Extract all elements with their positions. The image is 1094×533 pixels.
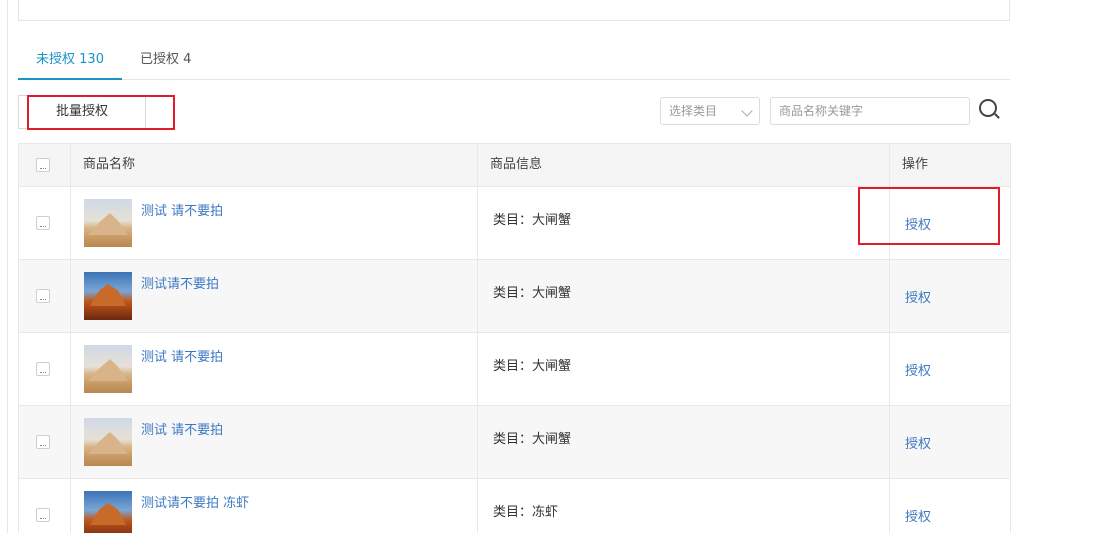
- product-name-link[interactable]: 测试 请不要拍: [141, 346, 223, 365]
- table-row: 测试请不要拍 类目：大闸蟹 授权: [18, 259, 1011, 333]
- tab-unauthorized[interactable]: 未授权 130: [18, 40, 122, 80]
- product-name-link[interactable]: 测试请不要拍 冻虾: [141, 492, 249, 511]
- product-info: 类目：大闸蟹: [493, 286, 572, 301]
- product-info: 类目：冻虾: [493, 505, 559, 520]
- search-input[interactable]: [770, 97, 970, 125]
- table-row: 测试 请不要拍 类目：大闸蟹 授权: [18, 186, 1011, 260]
- left-divider: [7, 0, 8, 533]
- product-thumbnail: [84, 491, 132, 533]
- product-info: 类目：大闸蟹: [493, 359, 572, 374]
- product-name-link[interactable]: 测试 请不要拍: [141, 200, 223, 219]
- authorize-link[interactable]: 授权: [905, 506, 931, 525]
- batch-authorize-button[interactable]: 批量授权: [18, 95, 146, 129]
- search-button[interactable]: [978, 98, 1002, 122]
- product-thumbnail: [84, 199, 132, 247]
- product-name-link[interactable]: 测试请不要拍: [141, 273, 219, 292]
- product-name-link[interactable]: 测试 请不要拍: [141, 419, 223, 438]
- product-thumbnail: [84, 272, 132, 320]
- product-info: 类目：大闸蟹: [493, 213, 572, 228]
- table-row: 测试 请不要拍 类目：大闸蟹 授权: [18, 405, 1011, 479]
- row-checkbox[interactable]: [36, 362, 50, 376]
- tab-authorized[interactable]: 已授权 4: [122, 40, 222, 80]
- table-row: 测试请不要拍 冻虾 类目：冻虾 授权: [18, 478, 1011, 533]
- authorize-link[interactable]: 授权: [905, 214, 931, 233]
- row-checkbox[interactable]: [36, 435, 50, 449]
- select-all-checkbox[interactable]: [36, 158, 50, 172]
- table-row: 测试 请不要拍 类目：大闸蟹 授权: [18, 332, 1011, 406]
- row-checkbox[interactable]: [36, 289, 50, 303]
- product-thumbnail: [84, 418, 132, 466]
- search-icon-handle: [994, 113, 1000, 119]
- product-table: 商品名称 商品信息 操作 测试 请不要拍 类目：大闸蟹 授权 测试请不要拍 类目…: [18, 143, 1011, 533]
- table-header-row: 商品名称 商品信息 操作: [18, 143, 1011, 187]
- category-select[interactable]: 选择类目: [660, 97, 760, 125]
- header-product-info: 商品信息: [477, 143, 890, 187]
- authorize-link[interactable]: 授权: [905, 360, 931, 379]
- authorize-link[interactable]: 授权: [905, 287, 931, 306]
- row-checkbox[interactable]: [36, 508, 50, 522]
- category-select-label: 选择类目: [669, 104, 718, 118]
- product-thumbnail: [84, 345, 132, 393]
- header-action: 操作: [889, 143, 1011, 187]
- authorize-link[interactable]: 授权: [905, 433, 931, 452]
- header-product-name: 商品名称: [70, 143, 478, 187]
- product-info: 类目：大闸蟹: [493, 432, 572, 447]
- chevron-down-icon: [741, 105, 753, 117]
- row-checkbox[interactable]: [36, 216, 50, 230]
- tab-bar: 未授权 130 已授权 4: [18, 40, 1010, 80]
- filter-panel: [18, 0, 1010, 21]
